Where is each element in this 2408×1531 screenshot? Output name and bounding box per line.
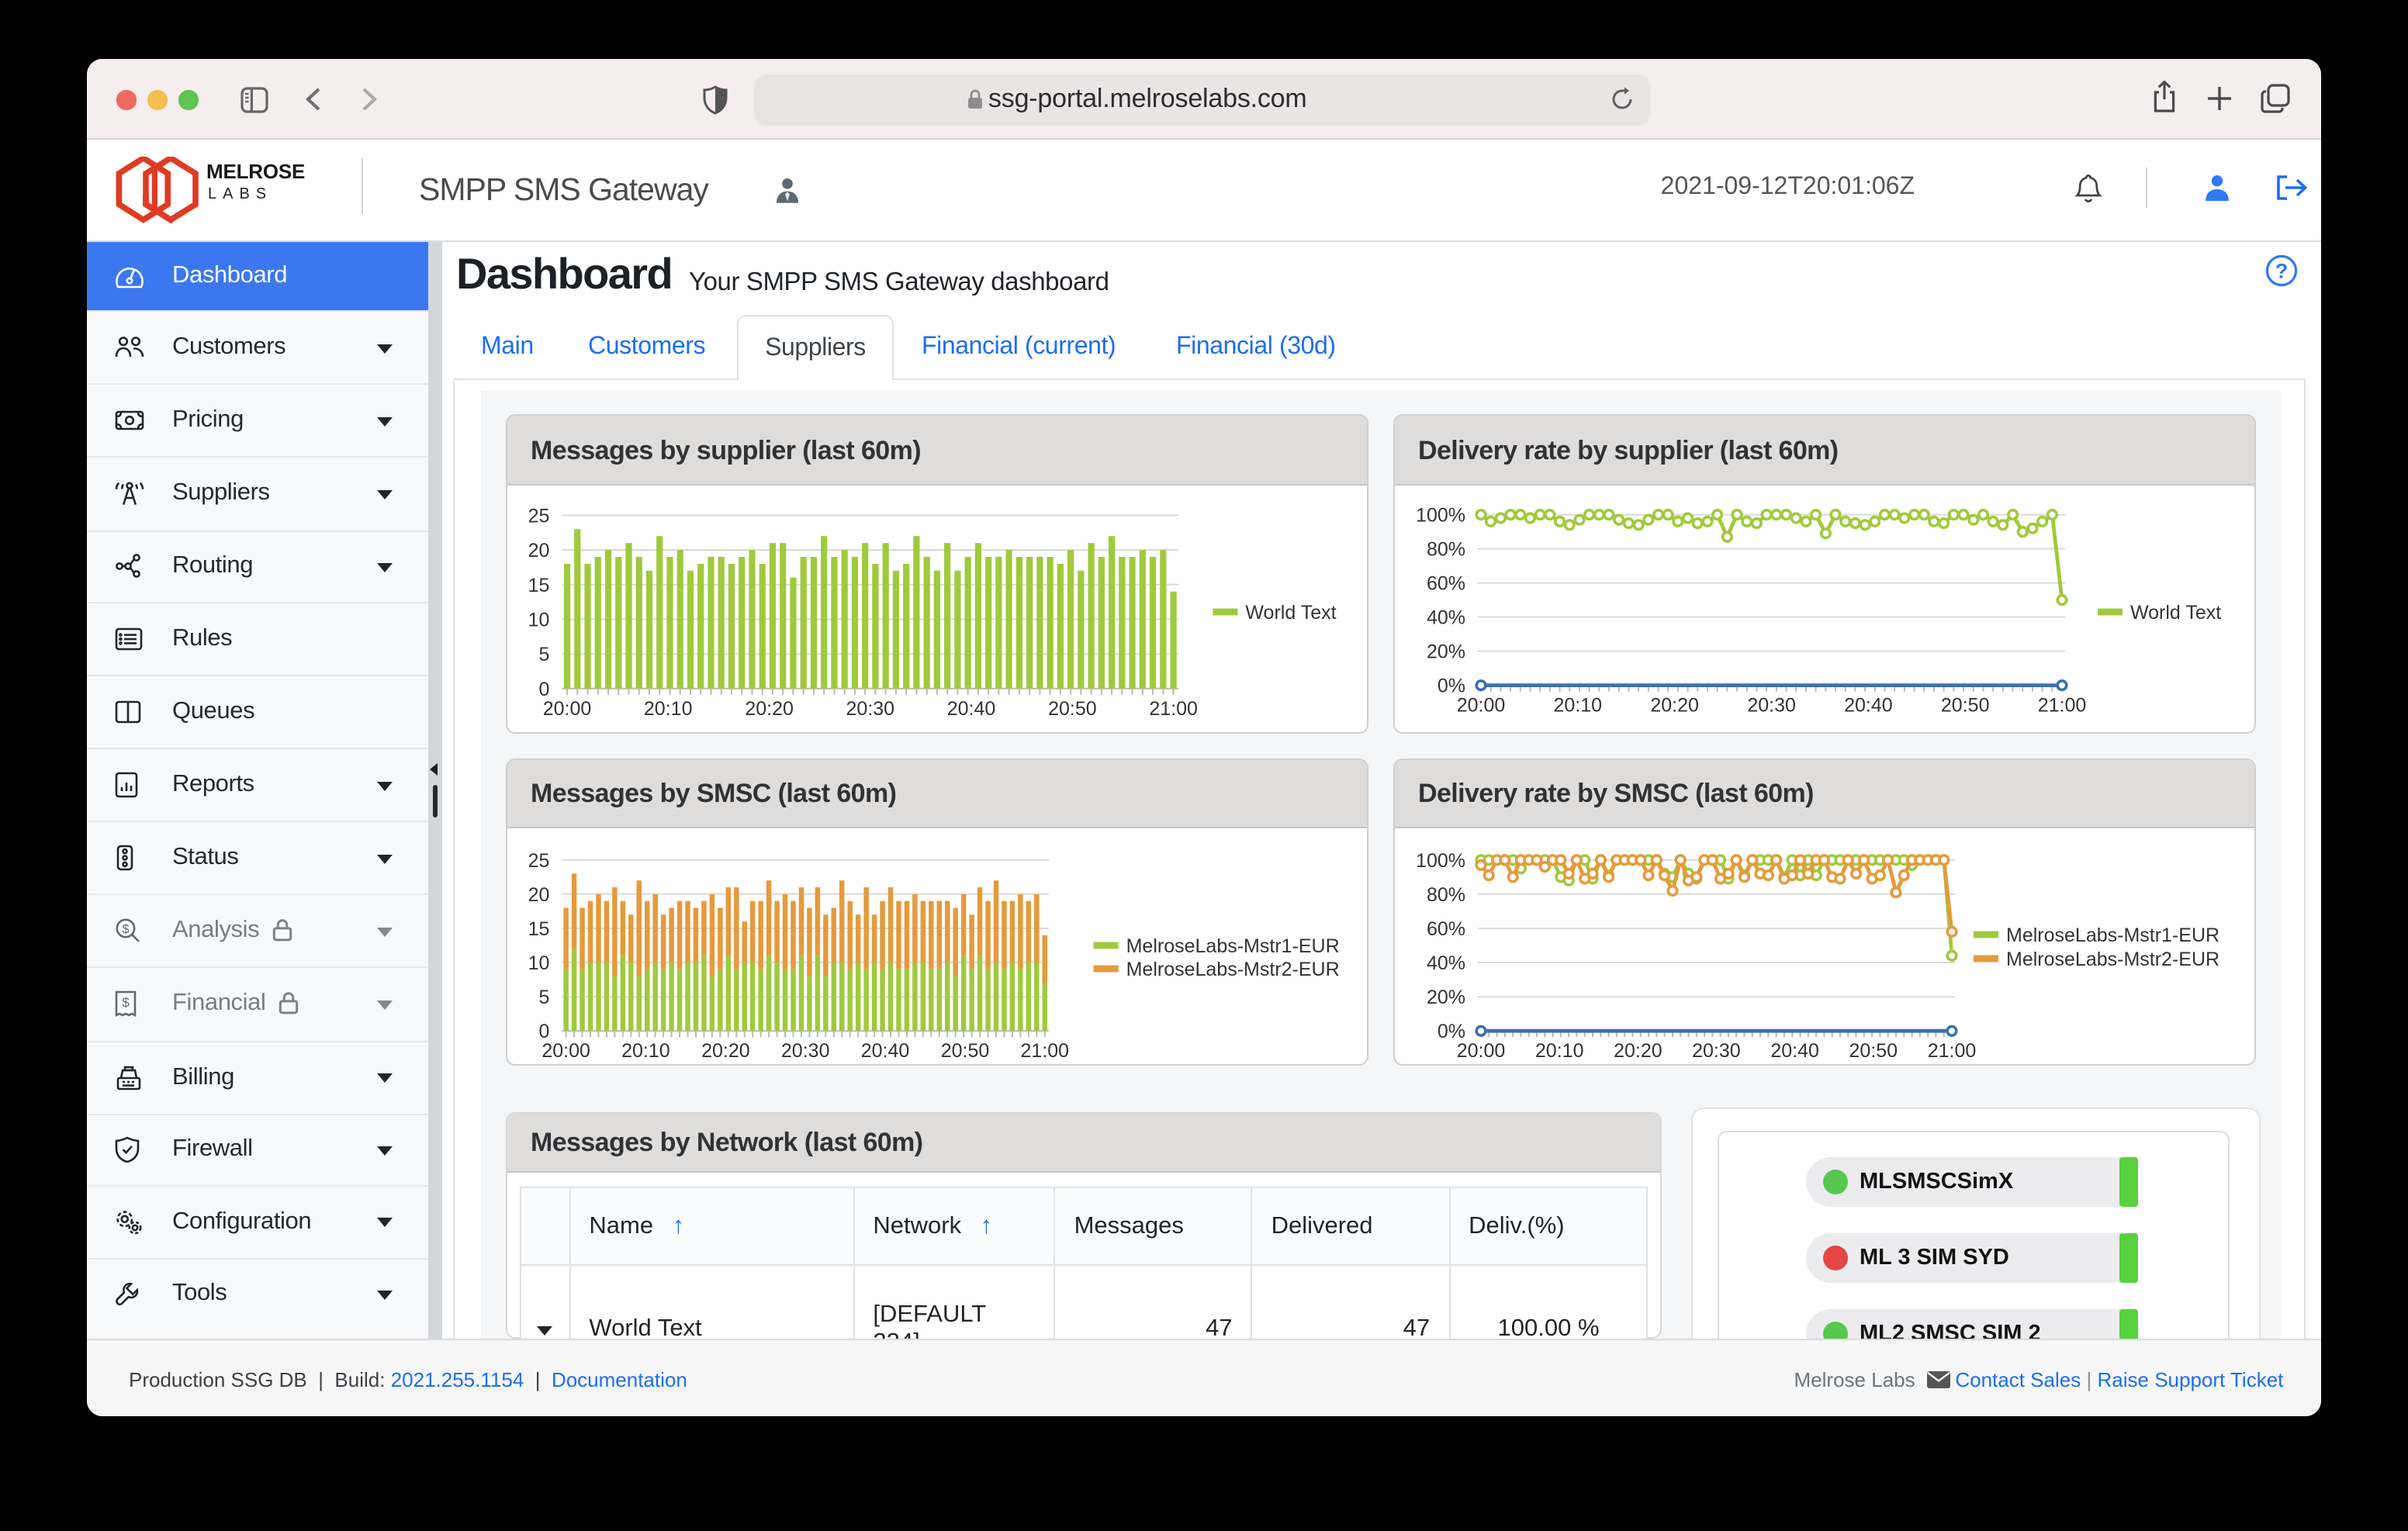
svg-text:100%: 100% [1416, 850, 1465, 872]
svg-text:MelroseLabs-Mstr1-EUR: MelroseLabs-Mstr1-EUR [1126, 935, 1340, 957]
svg-text:40%: 40% [1427, 607, 1465, 629]
svg-text:20:10: 20:10 [621, 1040, 670, 1062]
svg-text:21:00: 21:00 [1021, 1040, 1070, 1062]
svg-text:$: $ [123, 923, 130, 936]
svg-text:20:50: 20:50 [1941, 695, 1990, 717]
svg-text:21:00: 21:00 [1928, 1040, 1977, 1062]
svg-text:$: $ [122, 996, 130, 1011]
svg-text:0%: 0% [1438, 1021, 1465, 1042]
svg-text:5: 5 [538, 644, 549, 665]
svg-text:20: 20 [528, 540, 550, 562]
svg-text:20:20: 20:20 [701, 1040, 750, 1062]
svg-text:20%: 20% [1427, 641, 1465, 663]
svg-text:0: 0 [538, 1021, 549, 1042]
svg-text:20:30: 20:30 [846, 698, 895, 720]
svg-text:20:30: 20:30 [1747, 695, 1796, 717]
svg-text:20:10: 20:10 [1535, 1040, 1584, 1062]
svg-text:MelroseLabs-Mstr2-EUR: MelroseLabs-Mstr2-EUR [1126, 959, 1340, 980]
svg-text:20:20: 20:20 [1614, 1040, 1662, 1062]
svg-text:0: 0 [538, 679, 549, 700]
svg-text:5: 5 [538, 987, 549, 1008]
svg-text:60%: 60% [1427, 918, 1465, 940]
svg-text:20:30: 20:30 [1692, 1040, 1741, 1062]
svg-text:15: 15 [528, 918, 550, 940]
svg-text:21:00: 21:00 [2038, 695, 2087, 717]
svg-text:World Text: World Text [2130, 602, 2221, 624]
svg-text:20:50: 20:50 [1048, 698, 1097, 720]
svg-text:20:40: 20:40 [947, 698, 996, 720]
svg-text:40%: 40% [1427, 952, 1465, 974]
svg-text:20:20: 20:20 [1650, 695, 1699, 717]
svg-text:10: 10 [528, 609, 550, 631]
svg-text:20:20: 20:20 [745, 698, 794, 720]
svg-text:20:00: 20:00 [1457, 1040, 1506, 1062]
svg-text:20:30: 20:30 [781, 1040, 830, 1062]
svg-text:20:00: 20:00 [541, 1040, 590, 1062]
svg-text:10: 10 [528, 952, 550, 974]
svg-text:20:00: 20:00 [1457, 695, 1506, 717]
svg-text:60%: 60% [1427, 573, 1465, 595]
svg-text:MelroseLabs-Mstr2-EUR: MelroseLabs-Mstr2-EUR [2006, 949, 2219, 970]
svg-text:100%: 100% [1416, 505, 1465, 527]
svg-text:20:40: 20:40 [1844, 695, 1893, 717]
svg-text:20:40: 20:40 [861, 1040, 910, 1062]
svg-text:?: ? [2275, 259, 2289, 282]
svg-text:0%: 0% [1438, 676, 1465, 697]
svg-text:80%: 80% [1427, 539, 1465, 561]
svg-text:15: 15 [528, 575, 550, 596]
svg-text:25: 25 [528, 850, 550, 872]
svg-text:25: 25 [528, 505, 550, 527]
svg-text:21:00: 21:00 [1149, 698, 1198, 720]
svg-text:20:40: 20:40 [1770, 1040, 1819, 1062]
svg-text:20:00: 20:00 [543, 698, 592, 720]
svg-text:20:10: 20:10 [1554, 695, 1603, 717]
svg-text:80%: 80% [1427, 884, 1465, 906]
svg-text:20:10: 20:10 [644, 698, 693, 720]
svg-text:20%: 20% [1427, 987, 1465, 1008]
svg-text:20:50: 20:50 [941, 1040, 990, 1062]
svg-text:20: 20 [528, 884, 550, 906]
svg-text:20:50: 20:50 [1849, 1040, 1898, 1062]
svg-text:MelroseLabs-Mstr1-EUR: MelroseLabs-Mstr1-EUR [2006, 924, 2219, 946]
svg-text:World Text: World Text [1245, 602, 1336, 624]
